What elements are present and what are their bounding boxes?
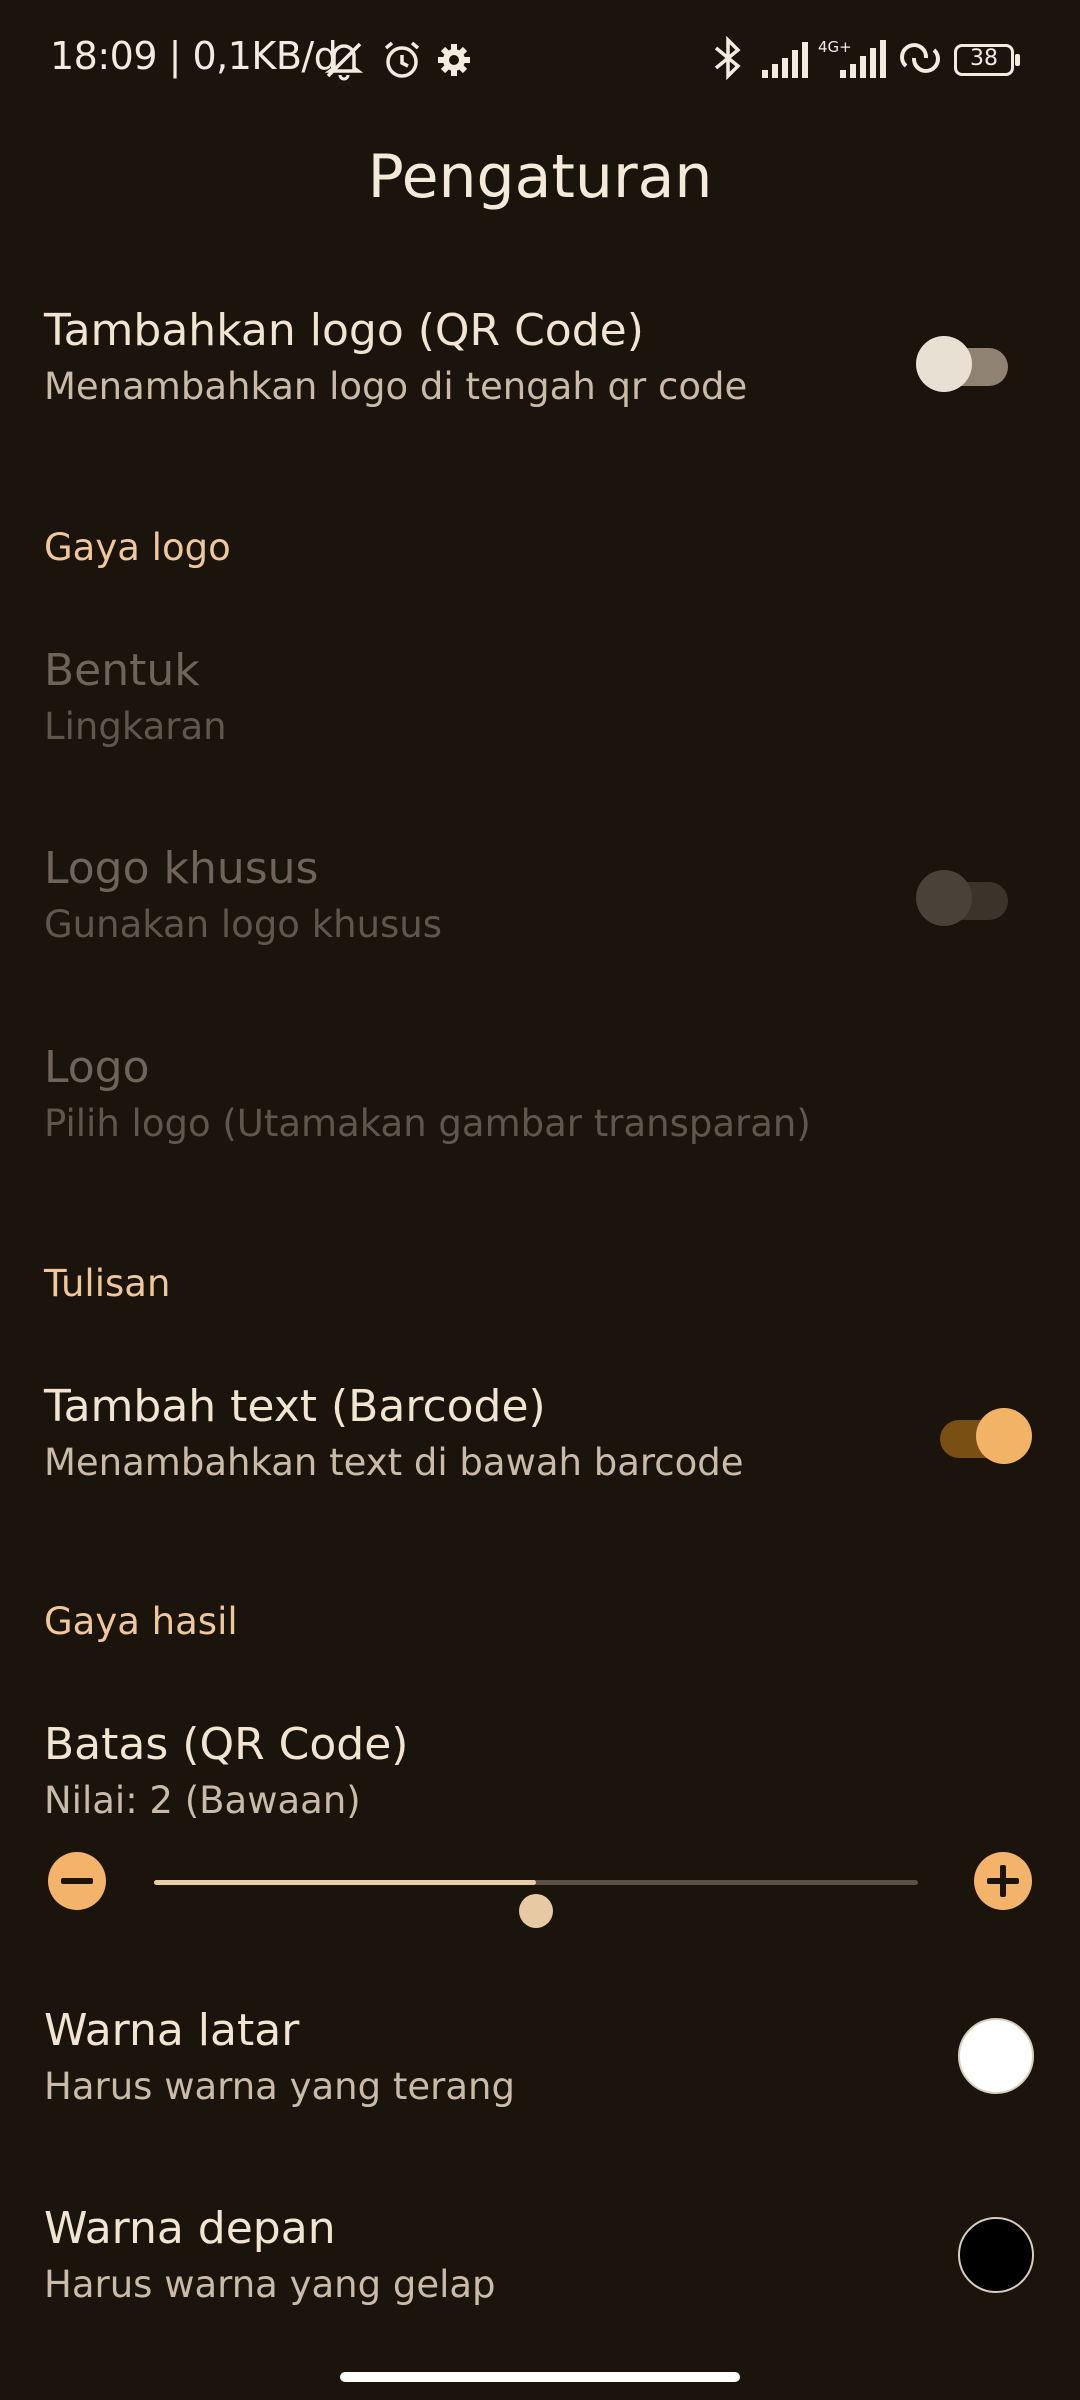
decrease-button[interactable] — [48, 1852, 106, 1910]
pref-title: Warna depan — [44, 2203, 336, 2254]
pref-title: Batas (QR Code) — [44, 1719, 409, 1770]
status-bar: 18:09 | 0,1KB/d 4G+ 38 — [0, 0, 1080, 120]
bg-color-swatch[interactable] — [958, 2018, 1034, 2094]
pref-title: Bentuk — [44, 645, 200, 696]
pref-summary: Nilai: 2 (Bawaan) — [44, 1779, 361, 1822]
battery-level: 38 — [970, 46, 998, 71]
pref-title: Logo — [44, 1042, 150, 1093]
pref-summary: Pilih logo (Utamakan gambar transparan) — [44, 1102, 811, 1145]
pref-fg-color[interactable]: Warna depan Harus warna yang gelap — [44, 2200, 1036, 2312]
pref-border: Batas (QR Code) Nilai: 2 (Bawaan) — [44, 1716, 1036, 1828]
add-logo-switch[interactable] — [916, 330, 1026, 392]
svg-text:4G+: 4G+ — [818, 38, 852, 56]
pref-title: Tambah text (Barcode) — [44, 1381, 546, 1432]
custom-logo-switch[interactable] — [916, 864, 1026, 926]
pref-summary: Gunakan logo khusus — [44, 903, 443, 946]
pref-add-logo[interactable]: Tambahkan logo (QR Code) Menambahkan log… — [44, 302, 1036, 414]
switch-thumb — [976, 1408, 1032, 1464]
pref-title: Tambahkan logo (QR Code) — [44, 305, 644, 356]
pref-summary: Menambahkan logo di tengah qr code — [44, 365, 748, 408]
signal-icon — [762, 42, 808, 78]
pref-shape[interactable]: Bentuk Lingkaran — [44, 642, 1036, 754]
border-slider[interactable] — [154, 1880, 918, 1928]
fg-color-swatch[interactable] — [958, 2217, 1034, 2293]
pref-add-text[interactable]: Tambah text (Barcode) Menambahkan text d… — [44, 1378, 1036, 1490]
gear-icon — [438, 44, 470, 76]
bluetooth-icon — [714, 36, 741, 80]
plus-icon-vertical — [1000, 1865, 1006, 1897]
add-text-switch[interactable] — [922, 1402, 1032, 1464]
pref-summary: Menambahkan text di bawah barcode — [44, 1441, 744, 1484]
section-header-text: Tulisan — [44, 1262, 171, 1305]
hotspot-icon — [900, 43, 940, 73]
pref-custom-logo[interactable]: Logo khusus Gunakan logo khusus — [44, 840, 1036, 952]
section-header-result-style: Gaya hasil — [44, 1600, 238, 1643]
pref-logo[interactable]: Logo Pilih logo (Utamakan gambar transpa… — [44, 1039, 1036, 1151]
minus-icon — [61, 1878, 93, 1884]
slider-fill — [154, 1880, 536, 1885]
section-header-logo-style: Gaya logo — [44, 526, 231, 569]
pref-summary: Lingkaran — [44, 705, 227, 748]
home-indicator[interactable] — [340, 2372, 740, 2382]
pref-summary: Harus warna yang gelap — [44, 2263, 496, 2306]
border-slider-row — [44, 1850, 1036, 1928]
pref-summary: Harus warna yang terang — [44, 2065, 515, 2108]
pref-bg-color[interactable]: Warna latar Harus warna yang terang — [44, 2002, 1036, 2114]
signal-4g-icon: 4G+ — [818, 38, 886, 78]
mute-icon — [324, 42, 364, 81]
slider-thumb[interactable] — [519, 1894, 553, 1928]
increase-button[interactable] — [974, 1852, 1032, 1910]
pref-title: Logo khusus — [44, 843, 319, 894]
pref-title: Warna latar — [44, 2005, 300, 2056]
alarm-icon — [384, 41, 420, 78]
battery-icon: 38 — [954, 44, 1020, 76]
status-time-speed: 18:09 | 0,1KB/d — [50, 34, 338, 78]
settings-screen: 18:09 | 0,1KB/d 4G+ 38 Pengaturan Tambah… — [0, 0, 1080, 2400]
page-title: Pengaturan — [367, 142, 713, 212]
switch-thumb — [916, 870, 972, 926]
switch-thumb — [916, 336, 972, 392]
